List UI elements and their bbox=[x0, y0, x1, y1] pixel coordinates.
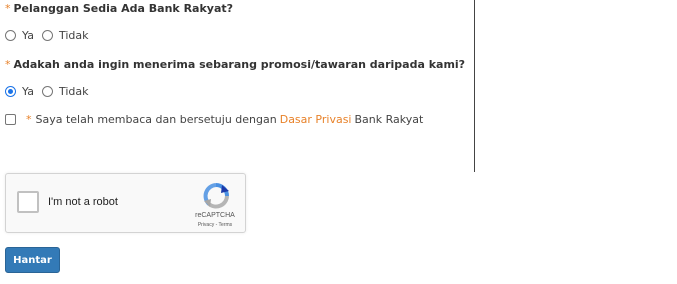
required-mark: * bbox=[5, 58, 11, 71]
radio-ya[interactable] bbox=[5, 86, 16, 97]
recaptcha-widget: I'm not a robot reCAPTCHA Privacy - Term… bbox=[5, 173, 246, 233]
radio-ya[interactable] bbox=[5, 30, 16, 41]
consent-text: Saya telah membaca dan bersetuju dengan bbox=[35, 113, 277, 126]
question-label: Pelanggan Sedia Ada Bank Rakyat? bbox=[13, 2, 234, 15]
radio-tidak[interactable] bbox=[41, 86, 53, 97]
recaptcha-terms-link[interactable]: Privacy - Terms bbox=[190, 222, 240, 228]
recaptcha-brand: reCAPTCHA bbox=[195, 212, 235, 219]
radio-tidak[interactable] bbox=[41, 30, 53, 41]
form-page: * Pelanggan Sedia Ada Bank Rakyat? Ya Tid… bbox=[0, 0, 677, 284]
privacy-policy-link[interactable]: Dasar Privasi bbox=[280, 113, 352, 126]
recaptcha-logo-icon bbox=[203, 183, 229, 209]
recaptcha-checkbox[interactable] bbox=[17, 191, 39, 213]
radio-label-tidak: Tidak bbox=[58, 85, 89, 98]
consent-checkbox[interactable] bbox=[5, 114, 16, 125]
radio-group-promotions: Ya Tidak bbox=[5, 85, 96, 98]
question-label: Adakah anda ingin menerima sebarang prom… bbox=[13, 58, 466, 71]
recaptcha-label: I'm not a robot bbox=[48, 196, 118, 208]
radio-label-ya: Ya bbox=[22, 29, 34, 42]
question-existing-customer: * Pelanggan Sedia Ada Bank Rakyat? bbox=[5, 2, 233, 15]
submit-button[interactable]: Hantar bbox=[5, 247, 60, 273]
question-promotions: * Adakah anda ingin menerima sebarang pro… bbox=[5, 58, 465, 71]
consent-text-after: Bank Rakyat bbox=[354, 113, 424, 126]
privacy-consent: * Saya telah membaca dan bersetuju denga… bbox=[5, 113, 423, 126]
required-mark: * bbox=[5, 2, 11, 15]
radio-group-existing-customer: Ya Tidak bbox=[5, 29, 96, 42]
radio-label-ya: Ya bbox=[22, 85, 34, 98]
required-mark: * bbox=[26, 113, 32, 126]
radio-label-tidak: Tidak bbox=[58, 29, 89, 42]
column-divider bbox=[474, 0, 475, 172]
